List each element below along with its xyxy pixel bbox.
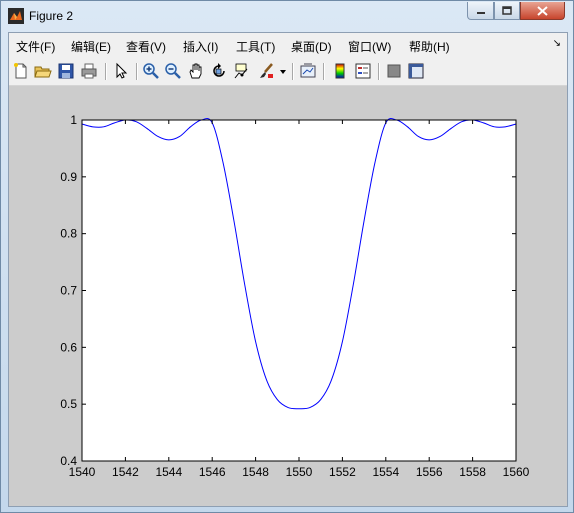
x-tick-label: 1548 <box>242 465 269 479</box>
y-tick-label: 0.9 <box>60 170 77 184</box>
toolbar-separator <box>136 63 138 80</box>
menu-help[interactable]: 帮助(H) <box>409 38 450 55</box>
figure-client-area: 文件(F) 编辑(E) 查看(V) 插入(I) 工具(T) 桌面(D) 窗口(W… <box>8 32 568 507</box>
minimize-icon <box>476 11 485 14</box>
toolbar-separator <box>378 63 380 80</box>
link-plot-icon[interactable] <box>299 62 317 80</box>
hide-plot-tools-icon[interactable] <box>385 62 403 80</box>
x-tick-label: 1546 <box>199 465 226 479</box>
zoom-out-icon[interactable] <box>164 62 182 80</box>
print-icon[interactable] <box>80 62 98 80</box>
x-tick-label: 1552 <box>329 465 356 479</box>
axes-background <box>82 120 516 461</box>
maximize-icon <box>502 6 512 15</box>
maximize-button[interactable] <box>494 2 520 20</box>
y-tick-label: 0.5 <box>60 397 77 411</box>
menu-desktop[interactable]: 桌面(D) <box>291 38 332 55</box>
y-tick-label: 1 <box>70 113 77 127</box>
data-cursor-icon[interactable] <box>233 62 251 80</box>
menu-bar: 文件(F) 编辑(E) 查看(V) 插入(I) 工具(T) 桌面(D) 窗口(W… <box>9 33 567 57</box>
toolbar-separator <box>292 63 294 80</box>
y-tick-label: 0.7 <box>60 284 77 298</box>
pan-icon[interactable] <box>187 62 205 80</box>
rotate-3d-icon[interactable] <box>210 62 228 80</box>
new-figure-icon[interactable] <box>12 62 30 80</box>
brush-icon[interactable] <box>257 62 275 80</box>
figure-window: Figure 2 文件(F) 编辑(E) 查看(V) 插入(I) 工具(T) 桌… <box>0 0 574 513</box>
open-file-icon[interactable] <box>34 62 52 80</box>
x-tick-label: 1542 <box>112 465 139 479</box>
title-bar[interactable]: Figure 2 <box>1 1 573 31</box>
toolbar-separator <box>323 63 325 80</box>
menu-window[interactable]: 窗口(W) <box>348 38 391 55</box>
legend-icon[interactable] <box>354 62 372 80</box>
zoom-in-icon[interactable] <box>142 62 160 80</box>
figure-canvas: 1540 1542 1544 1546 1548 1550 1552 1554 1556 1558… <box>9 86 567 506</box>
menu-tools[interactable]: 工具(T) <box>236 38 275 55</box>
colorbar-icon[interactable] <box>331 62 349 80</box>
dock-arrow-icon[interactable]: ↘ <box>553 38 561 49</box>
save-icon[interactable] <box>57 62 75 80</box>
close-button[interactable] <box>520 2 565 20</box>
y-tick-label: 0.4 <box>60 454 77 468</box>
chevron-down-icon[interactable] <box>279 68 287 76</box>
menu-file[interactable]: 文件(F) <box>16 38 55 55</box>
x-tick-label: 1558 <box>459 465 486 479</box>
toolbar-separator <box>105 63 107 80</box>
menu-insert[interactable]: 插入(I) <box>183 38 218 55</box>
x-tick-label: 1550 <box>286 465 313 479</box>
close-icon <box>537 5 548 16</box>
x-tick-label: 1544 <box>155 465 182 479</box>
show-plot-tools-icon[interactable] <box>407 62 425 80</box>
pointer-icon[interactable] <box>112 62 130 80</box>
menu-edit[interactable]: 编辑(E) <box>71 38 111 55</box>
x-tick-label: 1560 <box>503 465 530 479</box>
matlab-icon <box>8 8 24 24</box>
plot-axes-svg[interactable]: 1540 1542 1544 1546 1548 1550 1552 1554 1556 1558… <box>9 86 567 506</box>
minimize-button[interactable] <box>467 2 494 20</box>
window-title: Figure 2 <box>29 9 74 23</box>
x-tick-label: 1554 <box>372 465 399 479</box>
menu-view[interactable]: 查看(V) <box>126 38 166 55</box>
y-tick-label: 0.8 <box>60 227 77 241</box>
x-tick-label: 1556 <box>416 465 443 479</box>
figure-toolbar <box>9 58 567 86</box>
y-tick-label: 0.6 <box>60 340 77 354</box>
